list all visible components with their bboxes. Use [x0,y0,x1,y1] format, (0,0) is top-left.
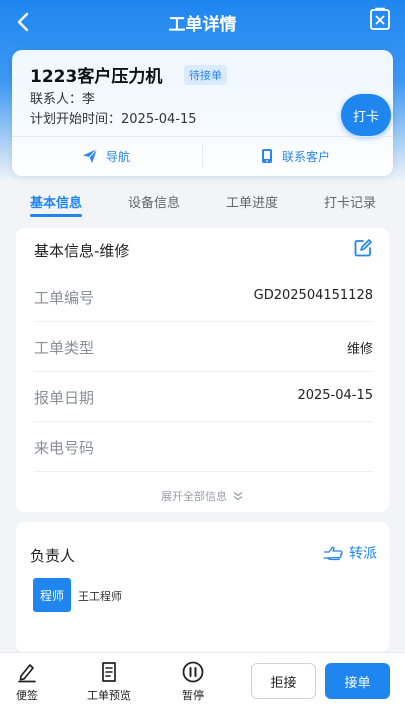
info-row-caller-number: 来电号码 [34,422,373,472]
owner-card: 负责人 转派 程师 王工程师 [16,522,389,652]
info-label: 报单日期 [34,389,95,407]
phone-icon [262,149,272,163]
role-tag: 程师 [33,578,71,612]
status-badge: 待接单 [184,65,227,85]
info-value: 2025-04-15 [297,388,373,403]
contact-customer-label: 联系客户 [282,149,331,164]
order-summary-card: 1223客户压力机 待接单 联系人：李 计划开始时间：2025-04-15 打卡… [12,50,393,176]
order-preview-label: 工单预览 [87,689,131,702]
bottom-action-bar: 便签 工单预览 暂停 拒接 接单 [0,652,405,720]
info-row-order-type: 工单类型 维修 [34,322,373,372]
info-label: 工单类型 [34,339,95,357]
edit-icon[interactable] [353,238,373,258]
paper-plane-icon [83,148,98,163]
info-value: GD202504151128 [253,288,373,303]
double-chevron-down-icon [233,491,243,501]
note-button[interactable]: 便签 [16,661,38,703]
reassign-label: 转派 [349,546,377,562]
order-preview-button[interactable]: 工单预览 [87,661,131,703]
close-document-icon[interactable] [369,7,391,31]
pointing-hand-icon [323,546,343,561]
navigate-label: 导航 [106,149,131,164]
card-vertical-divider [202,144,203,168]
note-label: 便签 [16,689,38,702]
pen-icon [18,664,36,683]
reject-button[interactable]: 拒接 [251,663,316,699]
expand-label: 展开全部信息 [161,490,227,503]
navigate-button[interactable]: 导航 [82,145,130,167]
info-row-report-date: 报单日期 2025-04-15 [34,372,373,422]
info-value: 维修 [346,342,373,357]
active-tab-indicator [30,214,82,217]
reassign-button[interactable]: 转派 [323,543,377,563]
tab-bar: 基本信息 设备信息 工单进度 打卡记录 [0,186,405,218]
pause-button[interactable]: 暂停 [182,661,204,703]
tab-basic-info[interactable]: 基本信息 [30,192,82,211]
contact-customer-button[interactable]: 联系客户 [260,145,330,167]
pause-label: 暂停 [182,689,204,702]
document-preview-icon [102,662,116,682]
pause-icon [182,661,204,683]
basic-info-card: 基本信息-维修 工单编号 GD202504151128 工单类型 维修 报单日期… [16,228,389,512]
expand-all-info-link[interactable]: 展开全部信息 [16,488,389,504]
planned-start-time: 计划开始时间：2025-04-15 [30,112,197,127]
contact-person: 联系人：李 [30,92,96,107]
basic-info-title: 基本信息-维修 [34,242,130,260]
tab-device-info[interactable]: 设备信息 [128,192,180,211]
owner-title: 负责人 [30,547,76,565]
info-row-order-number: 工单编号 GD202504151128 [34,272,373,322]
checkin-button[interactable]: 打卡 [341,94,391,136]
tab-order-progress[interactable]: 工单进度 [226,192,278,211]
accept-button[interactable]: 接单 [325,663,390,699]
card-divider [12,136,393,137]
order-title: 1223客户压力机 [30,67,163,87]
top-bar: 工单详情 [0,0,405,44]
tab-checkin-records[interactable]: 打卡记录 [324,192,376,211]
info-label: 来电号码 [34,439,95,457]
engineer-name: 王工程师 [78,590,122,603]
page-title: 工单详情 [168,15,237,35]
info-label: 工单编号 [34,289,95,307]
